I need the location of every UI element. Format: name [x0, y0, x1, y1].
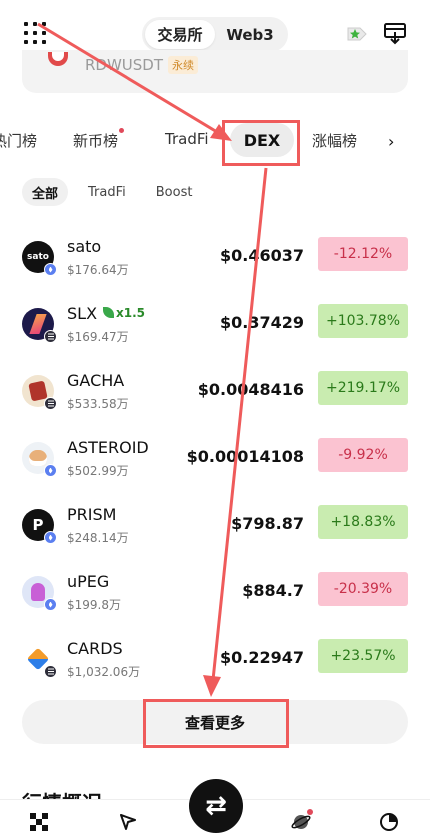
- token-row[interactable]: SLX x1.5 $169.47万 $0.37429 +103.78%: [0, 304, 430, 371]
- token-price: $798.87: [231, 514, 304, 533]
- token-row[interactable]: GACHA $533.58万 $0.0048416 +219.17%: [0, 371, 430, 438]
- chain-eth-icon: [44, 464, 57, 477]
- tab-hot[interactable]: 热门榜: [0, 130, 37, 151]
- rdw-logo-icon: [48, 52, 68, 66]
- exchange-web3-switch: 交易所 Web3: [142, 17, 288, 52]
- token-price: $0.0048416: [197, 380, 304, 399]
- subtab-all[interactable]: 全部: [22, 178, 69, 206]
- token-symbol: SLX: [67, 304, 98, 323]
- change-badge: -12.12%: [318, 237, 408, 271]
- tab-new-coins[interactable]: 新币榜: [73, 128, 125, 151]
- chain-eth-icon: [44, 531, 57, 544]
- token-logo: [22, 308, 57, 343]
- subtab-boost[interactable]: Boost: [146, 178, 203, 206]
- token-logo: P: [22, 509, 57, 544]
- change-badge: +219.17%: [318, 371, 408, 405]
- token-price: $0.00014108: [186, 447, 304, 466]
- download-icon[interactable]: [383, 21, 407, 45]
- chain-base-icon: [44, 330, 57, 343]
- grid-menu-icon[interactable]: [24, 22, 46, 44]
- new-badge-dot: [119, 128, 125, 133]
- token-volume: $1,032.06万: [67, 665, 141, 679]
- tab-gainers[interactable]: 涨幅榜: [312, 130, 357, 151]
- token-logo: sato: [22, 241, 57, 276]
- token-logo: [22, 576, 57, 611]
- boost-rocket-icon: x1.5: [103, 306, 145, 320]
- trade-swap-icon[interactable]: ⇄: [189, 779, 243, 833]
- token-price: $884.7: [242, 581, 304, 600]
- perpetual-tag: 永续: [168, 56, 198, 74]
- segment-web3[interactable]: Web3: [215, 20, 285, 49]
- banner-symbol: RDWUSDT: [85, 56, 164, 74]
- assets-pie-icon[interactable]: [378, 811, 400, 833]
- change-badge: -9.92%: [318, 438, 408, 472]
- token-row[interactable]: CARDS $1,032.06万 $0.22947 +23.57%: [0, 639, 430, 706]
- token-symbol: PRISM: [67, 505, 117, 524]
- token-symbol: ASTEROID: [67, 438, 149, 457]
- token-row[interactable]: uPEG $199.8万 $884.7 -20.39%: [0, 572, 430, 639]
- featured-banner[interactable]: RDWUSDT 永续: [22, 50, 408, 93]
- token-symbol: CARDS: [67, 639, 123, 658]
- token-row[interactable]: ASTEROID $502.99万 $0.00014108 -9.92%: [0, 438, 430, 505]
- token-volume: $502.99万: [67, 464, 129, 478]
- change-badge: -20.39%: [318, 572, 408, 606]
- token-logo: [22, 643, 57, 678]
- token-symbol: uPEG: [67, 572, 110, 591]
- tab-tradfi[interactable]: TradFi: [165, 130, 209, 148]
- token-symbol: GACHA: [67, 371, 125, 390]
- token-price: $0.46037: [219, 246, 304, 265]
- change-badge: +18.83%: [318, 505, 408, 539]
- token-row[interactable]: P PRISM $248.14万 $798.87 +18.83%: [0, 505, 430, 572]
- sub-filter-tabs: 全部 TradFi Boost: [22, 178, 212, 206]
- category-tabs: 热门榜 新币榜 TradFi DEX 涨幅榜 ›: [0, 120, 430, 168]
- token-volume: $169.47万: [67, 330, 129, 344]
- chain-base-icon: [44, 397, 57, 410]
- chain-eth-icon: [44, 263, 57, 276]
- segment-exchange[interactable]: 交易所: [145, 20, 215, 49]
- token-volume: $533.58万: [67, 397, 129, 411]
- tab-new-coins-label: 新币榜: [73, 132, 119, 150]
- change-badge: +103.78%: [318, 304, 408, 338]
- boost-multiplier: x1.5: [116, 306, 145, 320]
- dex-highlight-box: [222, 120, 300, 166]
- token-price: $0.37429: [219, 313, 304, 332]
- chain-base-icon: [44, 665, 57, 678]
- chain-eth-icon: [44, 598, 57, 611]
- discover-icon[interactable]: [117, 811, 139, 833]
- token-logo: [22, 375, 57, 410]
- notification-dot: [307, 809, 313, 815]
- home-icon[interactable]: [28, 811, 50, 833]
- token-logo: [22, 442, 57, 477]
- token-row[interactable]: sato sato $176.64万 $0.46037 -12.12%: [0, 237, 430, 304]
- subtab-tradfi[interactable]: TradFi: [78, 178, 136, 206]
- token-volume: $199.8万: [67, 598, 121, 612]
- view-more-highlight-box: [143, 699, 289, 748]
- token-price: $0.22947: [219, 648, 304, 667]
- token-volume: $176.64万: [67, 263, 129, 277]
- change-badge: +23.57%: [318, 639, 408, 673]
- chevron-right-icon[interactable]: ›: [388, 132, 394, 151]
- token-volume: $248.14万: [67, 531, 129, 545]
- planet-icon[interactable]: [290, 809, 313, 833]
- favorite-star-icon[interactable]: [346, 24, 368, 44]
- token-symbol: sato: [67, 237, 102, 256]
